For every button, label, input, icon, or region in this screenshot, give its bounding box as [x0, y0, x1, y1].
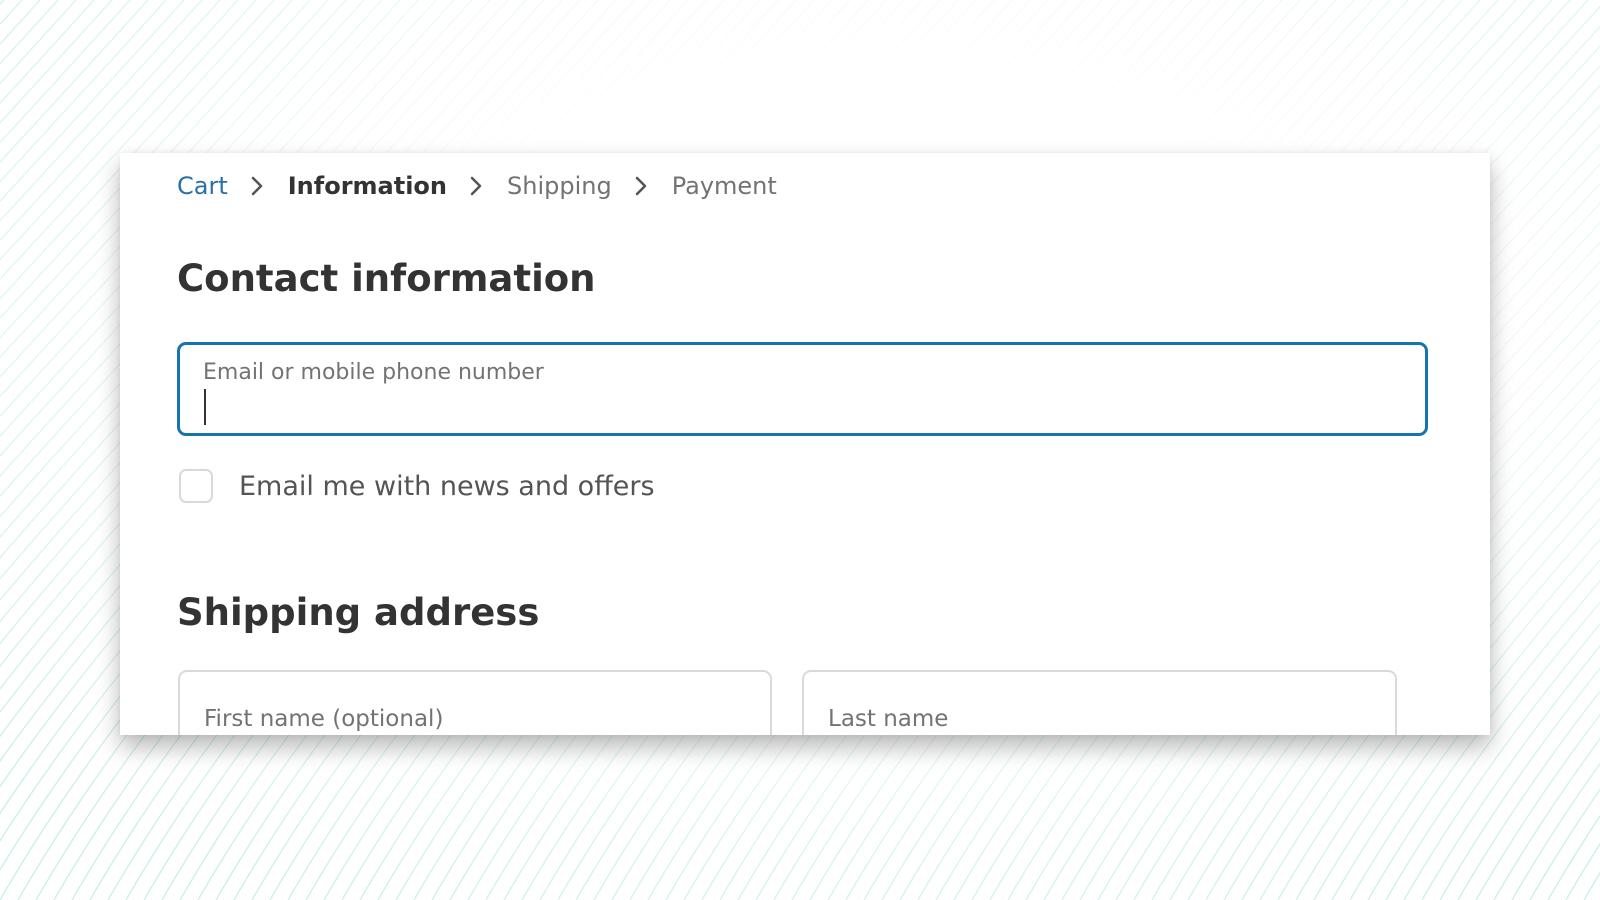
last-name-field[interactable]: Last name: [802, 670, 1397, 735]
first-name-field-label: First name (optional): [204, 706, 444, 732]
newsletter-checkbox-label[interactable]: Email me with news and offers: [239, 471, 655, 502]
email-field-label: Email or mobile phone number: [203, 360, 544, 385]
newsletter-checkbox[interactable]: [179, 469, 213, 503]
breadcrumb-cart-link[interactable]: Cart: [177, 172, 228, 200]
chevron-right-icon: [251, 176, 262, 196]
chevron-right-icon: [470, 176, 482, 196]
newsletter-option[interactable]: Email me with news and offers: [179, 469, 655, 503]
text-cursor: [204, 389, 206, 425]
chevron-right-icon: [635, 176, 646, 196]
breadcrumb-information: Information: [287, 172, 448, 200]
breadcrumb: Cart Information Shipping Payment: [177, 171, 777, 201]
contact-information-title: Contact information: [177, 257, 596, 300]
last-name-field-label: Last name: [828, 706, 949, 732]
breadcrumb-shipping: Shipping: [507, 172, 612, 200]
shipping-address-title: Shipping address: [177, 591, 540, 634]
breadcrumb-payment: Payment: [671, 172, 777, 200]
first-name-field[interactable]: First name (optional): [178, 670, 772, 735]
email-or-phone-field[interactable]: Email or mobile phone number: [177, 342, 1428, 436]
checkout-card: Cart Information Shipping Payment Contac…: [120, 153, 1490, 735]
